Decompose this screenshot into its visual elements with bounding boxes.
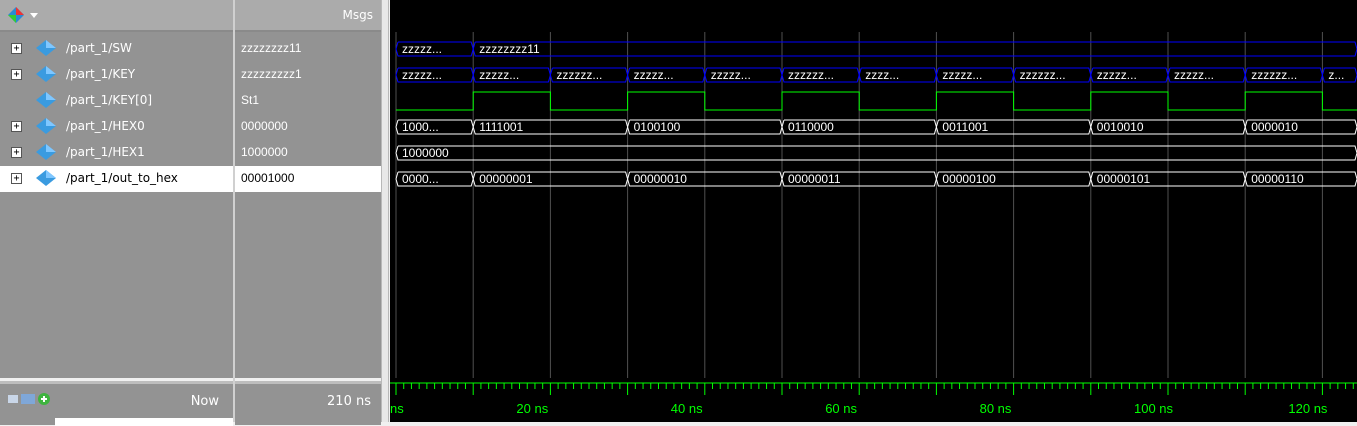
signal-name-pane: + /part_1/SW + /part_1/KEY/part_1/KEY[0] + /p…: [0, 32, 233, 378]
signal-row[interactable]: + /part_1/out_to_hex: [0, 166, 233, 192]
ruler-label: 100 ns: [1134, 401, 1174, 416]
key-bus-value-label: zzzzz...: [1097, 68, 1137, 82]
hex0-bus-value-label: 0100100: [634, 120, 681, 134]
key0-waveform: [396, 91, 1357, 111]
signal-name: /part_1/KEY: [66, 67, 136, 81]
out-to-hex-bus-value-label: 00000010: [634, 172, 688, 186]
key-bus-value-label: zzzzz...: [1174, 68, 1214, 82]
signal-value: 00001000: [241, 171, 295, 185]
sw-bus-value-label: zzzzz...: [402, 42, 442, 56]
ruler-label: 120 ns: [1288, 401, 1328, 416]
signal-value: 0000000: [241, 119, 288, 133]
expand-icon[interactable]: +: [11, 121, 22, 132]
msgs-header: Msgs: [235, 0, 381, 32]
pane-splitter[interactable]: [381, 0, 389, 422]
out-to-hex-bus-value-label: 00000100: [942, 172, 996, 186]
signal-value-row[interactable]: zzzzzzzzz1: [235, 62, 381, 88]
wave-add-icon[interactable]: [6, 5, 40, 25]
wave-pane[interactable]: zzzzz... zzzzzzzz11 zzzzz... zzzzz... zzzzzz…: [390, 0, 1357, 422]
signal-value: zzzzzzzzz1: [241, 67, 302, 81]
hex1-bus-segment: [395, 145, 1357, 161]
signal-bus-icon: [36, 40, 56, 56]
hex0-bus-value-label: 1111001: [479, 120, 523, 134]
now-label: Now: [190, 394, 219, 409]
cursor-tools-icon[interactable]: [8, 392, 68, 406]
ruler-label: 80 ns: [980, 401, 1012, 416]
signal-row[interactable]: /part_1/KEY[0]: [0, 88, 233, 114]
signal-name: /part_1/KEY[0]: [66, 93, 153, 107]
hex1-bus-value-label: 1000000: [402, 146, 449, 160]
key-bus-value-label: zzzzz...: [942, 68, 982, 82]
signal-bus-icon: [36, 144, 56, 160]
signal-value-row[interactable]: St1: [235, 88, 381, 114]
signal-value: zzzzzzzz11: [241, 41, 302, 55]
signal-name: /part_1/HEX1: [66, 145, 145, 159]
signal-name: /part_1/SW: [66, 41, 132, 55]
signal-name: /part_1/HEX0: [66, 119, 145, 133]
sw-bus-segment: [472, 41, 1357, 57]
key-bus-value-label: zzzzz...: [402, 68, 442, 82]
out-to-hex-bus-value-label: 0000...: [402, 172, 439, 186]
signal-row[interactable]: + /part_1/SW: [0, 36, 233, 62]
signal-row[interactable]: + /part_1/HEX1: [0, 140, 233, 166]
now-row-names: Now: [0, 381, 233, 426]
signal-bit-icon: [36, 92, 56, 108]
out-to-hex-bus-value-label: 00000101: [1097, 172, 1151, 186]
cursor-field[interactable]: [55, 418, 233, 426]
key-bus-value-label: zzzzzz...: [1251, 68, 1297, 82]
waveform-canvas[interactable]: zzzzz... zzzzzzzz11 zzzzz... zzzzz... zzzzzz…: [390, 0, 1357, 422]
signal-value-pane: zzzzzzzz11 zzzzzzzzz1 St1 0000000 1000000 000…: [235, 32, 381, 378]
signal-row[interactable]: + /part_1/KEY: [0, 62, 233, 88]
key-bus-value-label: zzzzz...: [711, 68, 751, 82]
expand-icon[interactable]: +: [11, 69, 22, 80]
signal-bus-icon: [36, 118, 56, 134]
signal-value-row[interactable]: 1000000: [235, 140, 381, 166]
key-bus-value-label: z...: [1328, 68, 1344, 82]
ruler-label: 20 ns: [516, 401, 548, 416]
out-to-hex-bus-value-label: 00000110: [1251, 172, 1304, 186]
signal-value: 1000000: [241, 145, 288, 159]
signal-bus-icon: [36, 66, 56, 82]
signal-value-row[interactable]: 0000000: [235, 114, 381, 140]
signal-value: St1: [241, 93, 260, 107]
key-bus-value-label: zzzz...: [865, 68, 899, 82]
hex0-bus-value-label: 0011001: [942, 120, 988, 134]
hex0-bus-value-label: 0110000: [788, 120, 834, 134]
sw-bus-value-label: zzzzzzzz11: [479, 42, 540, 56]
wave-header-band: [390, 0, 1357, 30]
key-bus-value-label: zzzzz...: [479, 68, 519, 82]
signal-value-row[interactable]: zzzzzzzz11: [235, 36, 381, 62]
hex0-bus-value-label: 0000010: [1251, 120, 1298, 134]
ruler-label: 40 ns: [671, 401, 703, 416]
signal-name: /part_1/out_to_hex: [66, 171, 178, 185]
key-bus-value-label: zzzzzz...: [556, 68, 602, 82]
key-bus-value-label: zzzzz...: [634, 68, 674, 82]
expand-icon[interactable]: +: [11, 173, 22, 184]
signal-bus-icon: [36, 170, 56, 186]
expand-icon[interactable]: +: [11, 43, 22, 54]
msgs-label: Msgs: [342, 8, 373, 22]
out-to-hex-bus-value-label: 00000011: [788, 172, 841, 186]
out-to-hex-bus-value-label: 00000001: [479, 172, 533, 186]
expand-icon[interactable]: +: [11, 147, 22, 158]
now-value: 210 ns: [327, 394, 371, 409]
key-bus-value-label: zzzzzz...: [1020, 68, 1066, 82]
key-bus-value-label: zzzzzz...: [788, 68, 834, 82]
signal-name-header: [0, 0, 233, 32]
now-row-values: 210 ns: [235, 381, 381, 425]
ruler-label: 60 ns: [825, 401, 857, 416]
hex0-bus-value-label: 1000...: [402, 120, 439, 134]
hex0-bus-value-label: 0010010: [1097, 120, 1144, 134]
signal-value-row[interactable]: 00001000: [235, 166, 381, 192]
signal-row[interactable]: + /part_1/HEX0: [0, 114, 233, 140]
ruler-label: ns: [390, 401, 404, 416]
